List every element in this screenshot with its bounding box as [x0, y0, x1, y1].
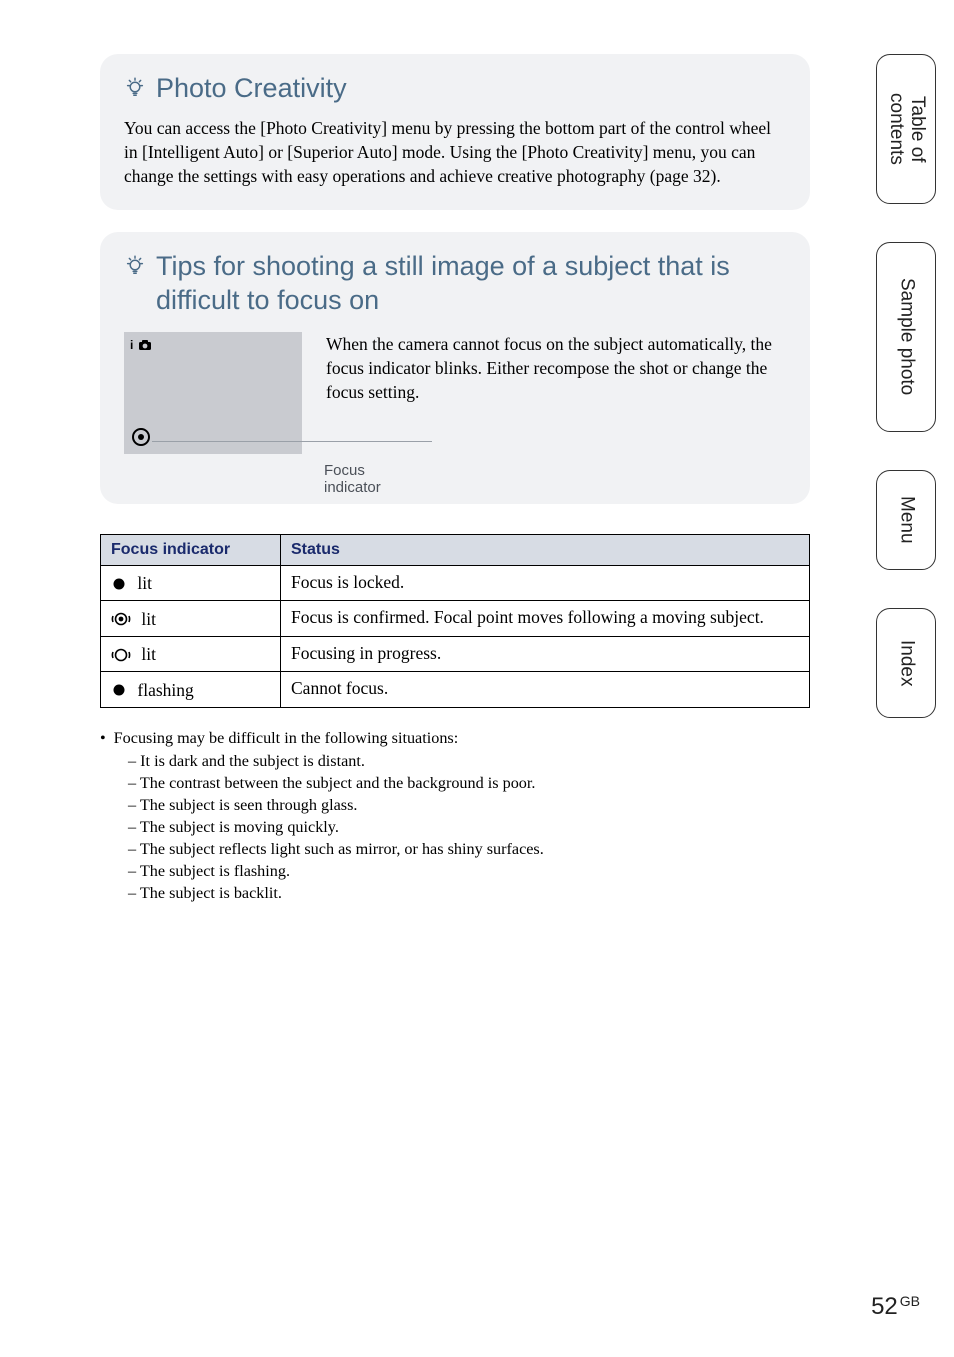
viewfinder-illustration: i [124, 332, 302, 454]
vf-mode-letter: i [130, 338, 134, 352]
side-tab-menu-label: Menu [896, 496, 917, 544]
list-item: The contrast between the subject and the… [128, 773, 810, 795]
focus-indicator-icon [132, 428, 150, 446]
card2-title: Tips for shooting a still image of a sub… [156, 250, 786, 318]
page-number-suffix: GB [900, 1293, 920, 1309]
page-number-value: 52 [871, 1293, 898, 1320]
side-tab-index-label: Index [896, 640, 917, 686]
list-item: The subject is seen through glass. [128, 795, 810, 817]
card2-heading: Tips for shooting a still image of a sub… [124, 250, 786, 318]
table-header-row: Focus indicator Status [101, 534, 810, 565]
card-photo-creativity: Photo Creativity You can access the [Pho… [100, 54, 810, 210]
list-item: The subject is moving quickly. [128, 817, 810, 839]
focus-indicator-caption: Focus indicator [324, 462, 381, 496]
row2-status: Focusing in progress. [281, 636, 810, 671]
side-tabs: Table of contents Sample photo Menu Inde… [876, 54, 936, 718]
focus-progress-icon [111, 647, 131, 663]
hint-icon [124, 72, 146, 98]
table-row: lit Focus is confirmed. Focal point move… [101, 601, 810, 636]
table-row: flashing Cannot focus. [101, 672, 810, 707]
list-item: It is dark and the subject is distant. [128, 751, 810, 773]
table-row: lit Focusing in progress. [101, 636, 810, 671]
row3-status: Cannot focus. [281, 672, 810, 707]
row3-state: flashing [137, 680, 193, 701]
list-item: The subject is flashing. [128, 861, 810, 883]
list-item: The subject is backlit. [128, 883, 810, 905]
focus-fail-icon [111, 682, 127, 698]
side-tab-menu[interactable]: Menu [876, 470, 936, 570]
th-indicator: Focus indicator [101, 534, 281, 565]
row0-state: lit [137, 573, 152, 594]
bullet-dot: • [100, 728, 106, 750]
card1-heading: Photo Creativity [124, 72, 786, 106]
card1-title: Photo Creativity [156, 72, 347, 106]
focus-indicator-table: Focus indicator Status lit Focus is lock… [100, 534, 810, 708]
side-tab-sample[interactable]: Sample photo [876, 242, 936, 432]
side-tab-toc[interactable]: Table of contents [876, 54, 936, 204]
notes-lead: Focusing may be difficult in the followi… [114, 728, 459, 750]
card-tips-focus: Tips for shooting a still image of a sub… [100, 232, 810, 504]
th-status: Status [281, 534, 810, 565]
viewfinder-wrap: i Focus indicator [124, 332, 302, 482]
card2-paragraph: When the camera cannot focus on the subj… [326, 332, 786, 404]
row1-status: Focus is confirmed. Focal point moves fo… [281, 601, 810, 636]
table-row: lit Focus is locked. [101, 565, 810, 600]
notes-lead-row: • Focusing may be difficult in the follo… [100, 728, 810, 750]
focus-locked-icon [111, 576, 127, 592]
row2-state: lit [141, 644, 156, 665]
side-tab-index[interactable]: Index [876, 608, 936, 718]
notes-list: It is dark and the subject is distant. T… [100, 751, 810, 904]
row1-state: lit [141, 609, 156, 630]
focus-tracking-icon [111, 611, 131, 627]
list-item: The subject reflects light such as mirro… [128, 839, 810, 861]
hint-icon [124, 250, 146, 276]
side-tab-toc-label: Table of contents [885, 69, 927, 189]
side-tab-sample-label: Sample photo [896, 278, 917, 395]
focus-difficult-notes: • Focusing may be difficult in the follo… [100, 728, 810, 905]
card2-row: i Focus indicator When the camera cannot… [124, 332, 786, 482]
page-root: Table of contents Sample photo Menu Inde… [0, 0, 954, 1357]
intelligent-auto-icon: i [130, 338, 152, 352]
card1-body: You can access the [Photo Creativity] me… [124, 116, 786, 188]
row0-status: Focus is locked. [281, 565, 810, 600]
page-number: 52GB [871, 1293, 920, 1321]
callout-line [152, 441, 432, 442]
